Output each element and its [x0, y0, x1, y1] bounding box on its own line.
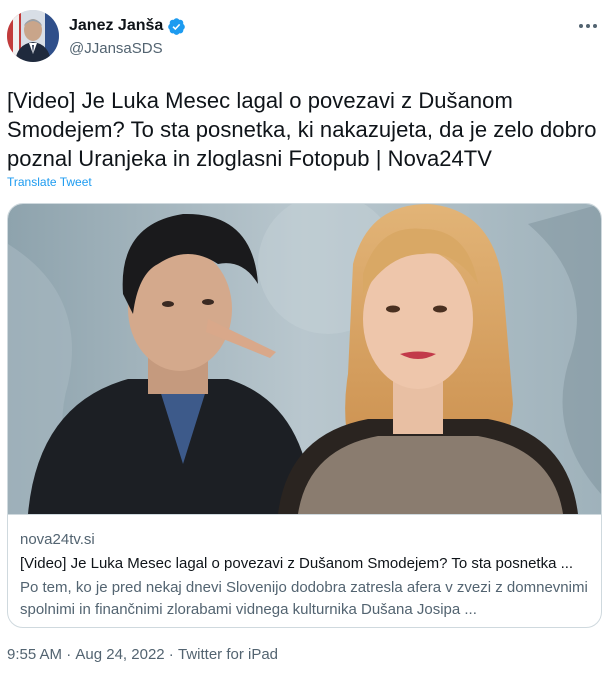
- tweet: Janez Janša @JJansaSDS [Video] Je Luka M…: [0, 0, 610, 681]
- tweet-text: [Video] Je Luka Mesec lagal o povezavi z…: [7, 88, 597, 171]
- meta-separator: ·: [164, 646, 178, 663]
- tweet-time[interactable]: 9:55 AM: [7, 646, 62, 663]
- tweet-metadata: 9:55 AM · Aug 24, 2022 · Twitter for iPa…: [7, 646, 278, 663]
- more-options-button[interactable]: [574, 14, 602, 38]
- author-display-name[interactable]: Janez Janša: [69, 17, 163, 35]
- author-handle[interactable]: @JJansaSDS: [69, 40, 163, 57]
- card-domain: nova24tv.si: [20, 531, 95, 548]
- more-horizontal-icon: [579, 24, 583, 28]
- link-preview-card[interactable]: nova24tv.si [Video] Je Luka Mesec lagal …: [7, 203, 602, 628]
- avatar-image: [7, 10, 59, 62]
- more-horizontal-icon-dot: [586, 24, 590, 28]
- meta-separator: ·: [62, 646, 76, 663]
- verified-badge-icon: [168, 17, 186, 35]
- more-horizontal-icon-dot: [593, 24, 597, 28]
- author-avatar[interactable]: [7, 10, 59, 62]
- card-description: Po tem, ko je pred nekaj dnevi Slovenijo…: [20, 579, 588, 618]
- translate-tweet-link[interactable]: Translate Tweet: [7, 175, 92, 189]
- tweet-source[interactable]: Twitter for iPad: [178, 646, 278, 663]
- card-meta: nova24tv.si [Video] Je Luka Mesec lagal …: [8, 514, 601, 627]
- card-image: [8, 204, 601, 514]
- author-name-row: Janez Janša: [69, 15, 186, 37]
- card-title: [Video] Je Luka Mesec lagal o povezavi z…: [20, 555, 574, 572]
- tweet-date[interactable]: Aug 24, 2022: [75, 646, 164, 663]
